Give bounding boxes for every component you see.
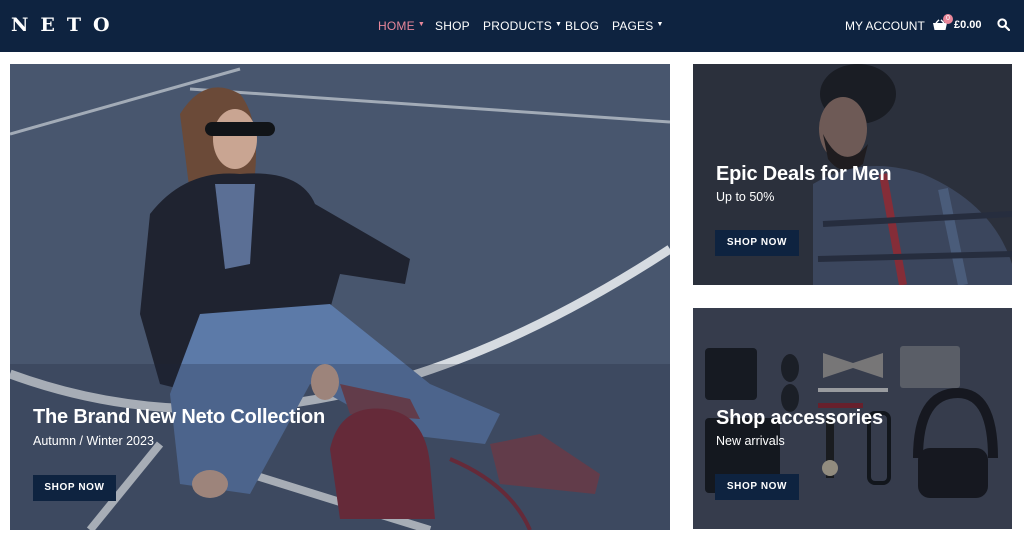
banner-title: The Brand New Neto Collection xyxy=(33,406,326,428)
hero-banner-collection[interactable]: The Brand New Neto Collection Autumn / W… xyxy=(10,64,670,530)
promo-banner-accessories[interactable]: Shop accessories New arrivals SHOP NOW xyxy=(693,308,1012,529)
banner-subtitle: Autumn / Winter 2023 xyxy=(33,434,154,448)
cart-button[interactable]: 0 £0.00 xyxy=(933,14,983,35)
site-header: NETO HOME ▼ SHOP PRODUCTS ▼ BLOG PAGES ▼ MY… xyxy=(0,0,1024,52)
my-account-link[interactable]: MY ACCOUNT xyxy=(845,19,925,33)
chevron-down-icon: ▼ xyxy=(656,21,664,28)
banner-subtitle: Up to 50% xyxy=(716,190,775,204)
chevron-down-icon: ▼ xyxy=(417,21,425,28)
nav-item-label: PAGES xyxy=(612,19,654,33)
banner-title: Epic Deals for Men xyxy=(716,163,892,185)
nav-item-label: PRODUCTS xyxy=(483,19,552,33)
nav-item-label: HOME xyxy=(378,19,415,33)
promo-banner-men[interactable]: Epic Deals for Men Up to 50% SHOP NOW xyxy=(693,64,1012,285)
nav-item-label: BLOG xyxy=(565,19,600,33)
hero-photo-woman-on-court xyxy=(10,64,670,530)
banner-title: Shop accessories xyxy=(716,407,883,429)
site-logo[interactable]: NETO xyxy=(11,14,122,36)
banner-subtitle: New arrivals xyxy=(716,434,785,448)
search-button[interactable] xyxy=(997,18,1011,36)
shop-now-button[interactable]: SHOP NOW xyxy=(33,475,116,501)
cart-count-badge: 0 xyxy=(943,14,953,24)
shop-now-button[interactable]: SHOP NOW xyxy=(715,474,799,500)
nav-item-blog[interactable]: BLOG xyxy=(565,19,599,33)
nav-item-shop[interactable]: SHOP xyxy=(435,19,470,33)
shop-now-button[interactable]: SHOP NOW xyxy=(715,230,799,256)
cart-total: £0.00 xyxy=(954,19,982,31)
nav-item-home[interactable]: HOME ▼ xyxy=(378,19,425,33)
nav-item-pages[interactable]: PAGES ▼ xyxy=(612,19,664,33)
search-icon xyxy=(997,18,1011,32)
nav-item-label: SHOP xyxy=(435,19,470,33)
nav-item-products[interactable]: PRODUCTS ▼ xyxy=(483,19,562,33)
chevron-down-icon: ▼ xyxy=(554,21,563,28)
